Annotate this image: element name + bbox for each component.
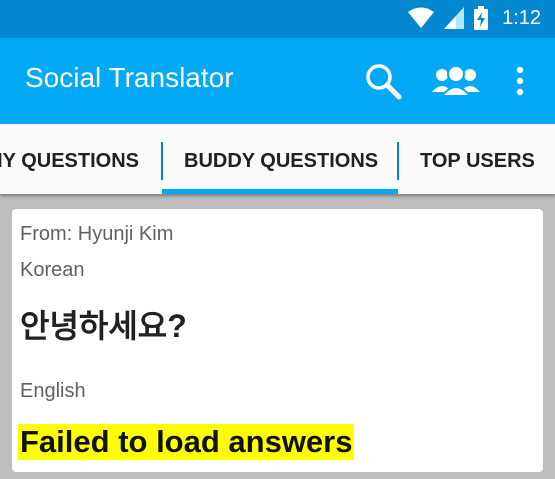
- status-bar: 1:12: [0, 0, 555, 38]
- buddies-button[interactable]: [432, 62, 480, 105]
- tab-my-questions[interactable]: MY QUESTIONS: [0, 124, 139, 194]
- overflow-menu-button[interactable]: [514, 62, 526, 105]
- source-language: Korean: [20, 259, 85, 281]
- search-button[interactable]: [364, 62, 402, 105]
- battery-charging-icon: [474, 6, 489, 30]
- status-icons: 1:12: [408, 6, 541, 30]
- target-language: English: [20, 380, 86, 402]
- tab-buddy-questions[interactable]: BUDDY QUESTIONS: [184, 124, 378, 194]
- tab-top-users[interactable]: TOP USERS: [420, 124, 535, 194]
- question-sender: From: Hyunji Kim: [20, 223, 174, 245]
- more-vert-icon: [516, 66, 524, 96]
- search-icon: [366, 64, 402, 100]
- tab-indicator: [162, 189, 398, 194]
- group-icon: [432, 65, 480, 97]
- app-bar: Social Translator: [0, 38, 555, 124]
- tab-divider: [397, 142, 399, 180]
- cell-signal-icon: [444, 7, 465, 29]
- question-text: 안녕하세요?: [20, 308, 187, 344]
- app-title: Social Translator: [25, 62, 234, 93]
- answer-status: Failed to load answers: [18, 424, 355, 460]
- wifi-icon: [408, 7, 435, 28]
- tab-bar: MY QUESTIONS BUDDY QUESTIONS TOP USERS: [0, 124, 555, 194]
- question-card[interactable]: From: Hyunji Kim Korean 안녕하세요? English F…: [12, 209, 543, 472]
- status-time: 1:12: [502, 6, 541, 29]
- tab-divider: [161, 142, 163, 180]
